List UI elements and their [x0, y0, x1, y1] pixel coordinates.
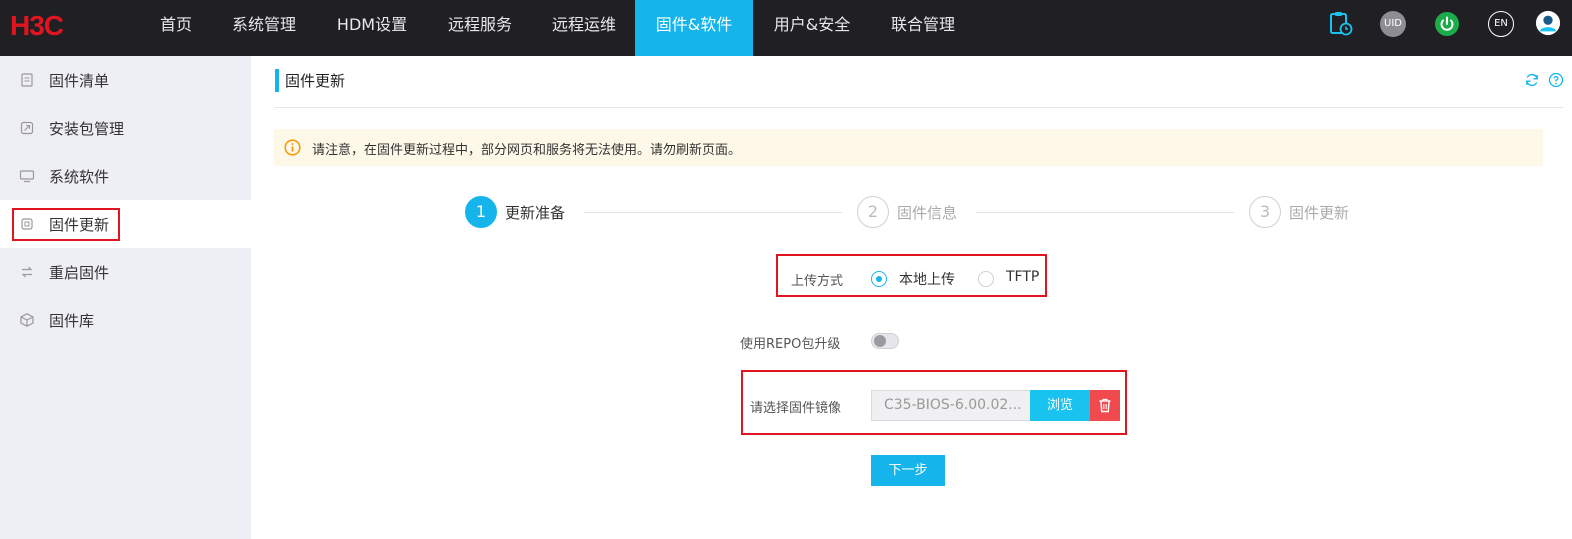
- warning-info-icon: [284, 139, 301, 156]
- sidebar-item-firmware-list[interactable]: 固件清单: [0, 56, 251, 104]
- language-switch-icon[interactable]: EN: [1488, 11, 1514, 37]
- radio-local-upload-label[interactable]: 本地上传: [899, 269, 955, 289]
- nav-remote-ops[interactable]: 远程运维: [544, 0, 624, 56]
- clipboard-list-icon: [21, 73, 33, 87]
- notice-text: 请注意，在固件更新过程中，部分网页和服务将无法使用。请勿刷新页面。: [312, 143, 742, 158]
- browse-button[interactable]: 浏览: [1030, 390, 1090, 421]
- nav-home[interactable]: 首页: [148, 0, 204, 56]
- sidebar-item-system-software[interactable]: 系统软件: [0, 152, 251, 200]
- sidebar-item-label: 固件库: [49, 312, 95, 330]
- step-2-label: 固件信息: [897, 204, 958, 222]
- sidebar: 固件清单 安装包管理 系统软件 固件更新 重启固件 固件库: [0, 56, 251, 539]
- top-navbar: H3C 首页 系统管理 HDM设置 远程服务 远程运维 固件&软件 用户&安全 …: [0, 0, 1572, 56]
- svg-text:H3C: H3C: [10, 12, 64, 38]
- radio-local-upload[interactable]: [871, 271, 887, 287]
- trash-icon: [1099, 398, 1111, 413]
- page-title: 固件更新: [285, 72, 346, 90]
- nav-remote-service[interactable]: 远程服务: [440, 0, 520, 56]
- sidebar-item-label: 安装包管理: [49, 120, 125, 138]
- step-3-circle: 3: [1249, 196, 1281, 228]
- nav-firmware-software[interactable]: 固件&软件: [635, 0, 753, 56]
- radio-tftp-label[interactable]: TFTP: [1006, 269, 1039, 285]
- package-icon: [20, 121, 34, 135]
- nav-hdm-settings[interactable]: HDM设置: [328, 0, 416, 56]
- swap-arrows-icon: [21, 266, 33, 278]
- radio-tftp[interactable]: [978, 271, 994, 287]
- sidebar-item-package-management[interactable]: 安装包管理: [0, 104, 251, 152]
- monitor-icon: [19, 170, 35, 183]
- step-1-circle: 1: [465, 196, 497, 228]
- h3c-logo[interactable]: H3C: [10, 12, 102, 38]
- cube-icon: [20, 313, 34, 327]
- delete-button[interactable]: [1090, 390, 1120, 421]
- toggle-knob: [874, 335, 886, 347]
- warning-notice: 请注意，在固件更新过程中，部分网页和服务将无法使用。请勿刷新页面。: [274, 129, 1543, 166]
- upload-method-label: 上传方式: [791, 274, 844, 289]
- firmware-image-label: 请选择固件镜像: [750, 401, 842, 416]
- nav-federation-management[interactable]: 联合管理: [883, 0, 963, 56]
- sidebar-item-label: 重启固件: [49, 264, 110, 282]
- refresh-icon[interactable]: [1524, 72, 1540, 88]
- step-connector-2: [976, 212, 1234, 213]
- title-accent-bar: [275, 69, 279, 92]
- firmware-image-field[interactable]: C35-BIOS-6.00.02...: [871, 390, 1031, 421]
- repo-upgrade-label: 使用REPO包升级: [740, 337, 841, 352]
- title-divider: [274, 107, 1563, 108]
- uid-indicator-icon[interactable]: UID: [1380, 11, 1406, 37]
- next-step-button[interactable]: 下一步: [871, 455, 945, 486]
- help-icon[interactable]: [1548, 72, 1564, 88]
- sidebar-item-firmware-repository[interactable]: 固件库: [0, 296, 251, 344]
- power-icon[interactable]: [1434, 11, 1460, 37]
- step-3-label: 固件更新: [1289, 204, 1350, 222]
- repo-upgrade-toggle[interactable]: [871, 333, 899, 349]
- step-1-label: 更新准备: [505, 204, 566, 222]
- step-2-circle: 2: [857, 196, 889, 228]
- highlight-box-sidebar: [12, 208, 120, 241]
- sidebar-item-label: 系统软件: [49, 168, 110, 186]
- nav-system-management[interactable]: 系统管理: [224, 0, 304, 56]
- step-connector-1: [584, 212, 842, 213]
- user-avatar-icon[interactable]: [1535, 10, 1561, 36]
- nav-user-security[interactable]: 用户&安全: [765, 0, 859, 56]
- sidebar-item-restart-firmware[interactable]: 重启固件: [0, 248, 251, 296]
- sidebar-item-label: 固件清单: [49, 72, 110, 90]
- clipboard-clock-icon[interactable]: [1327, 10, 1353, 36]
